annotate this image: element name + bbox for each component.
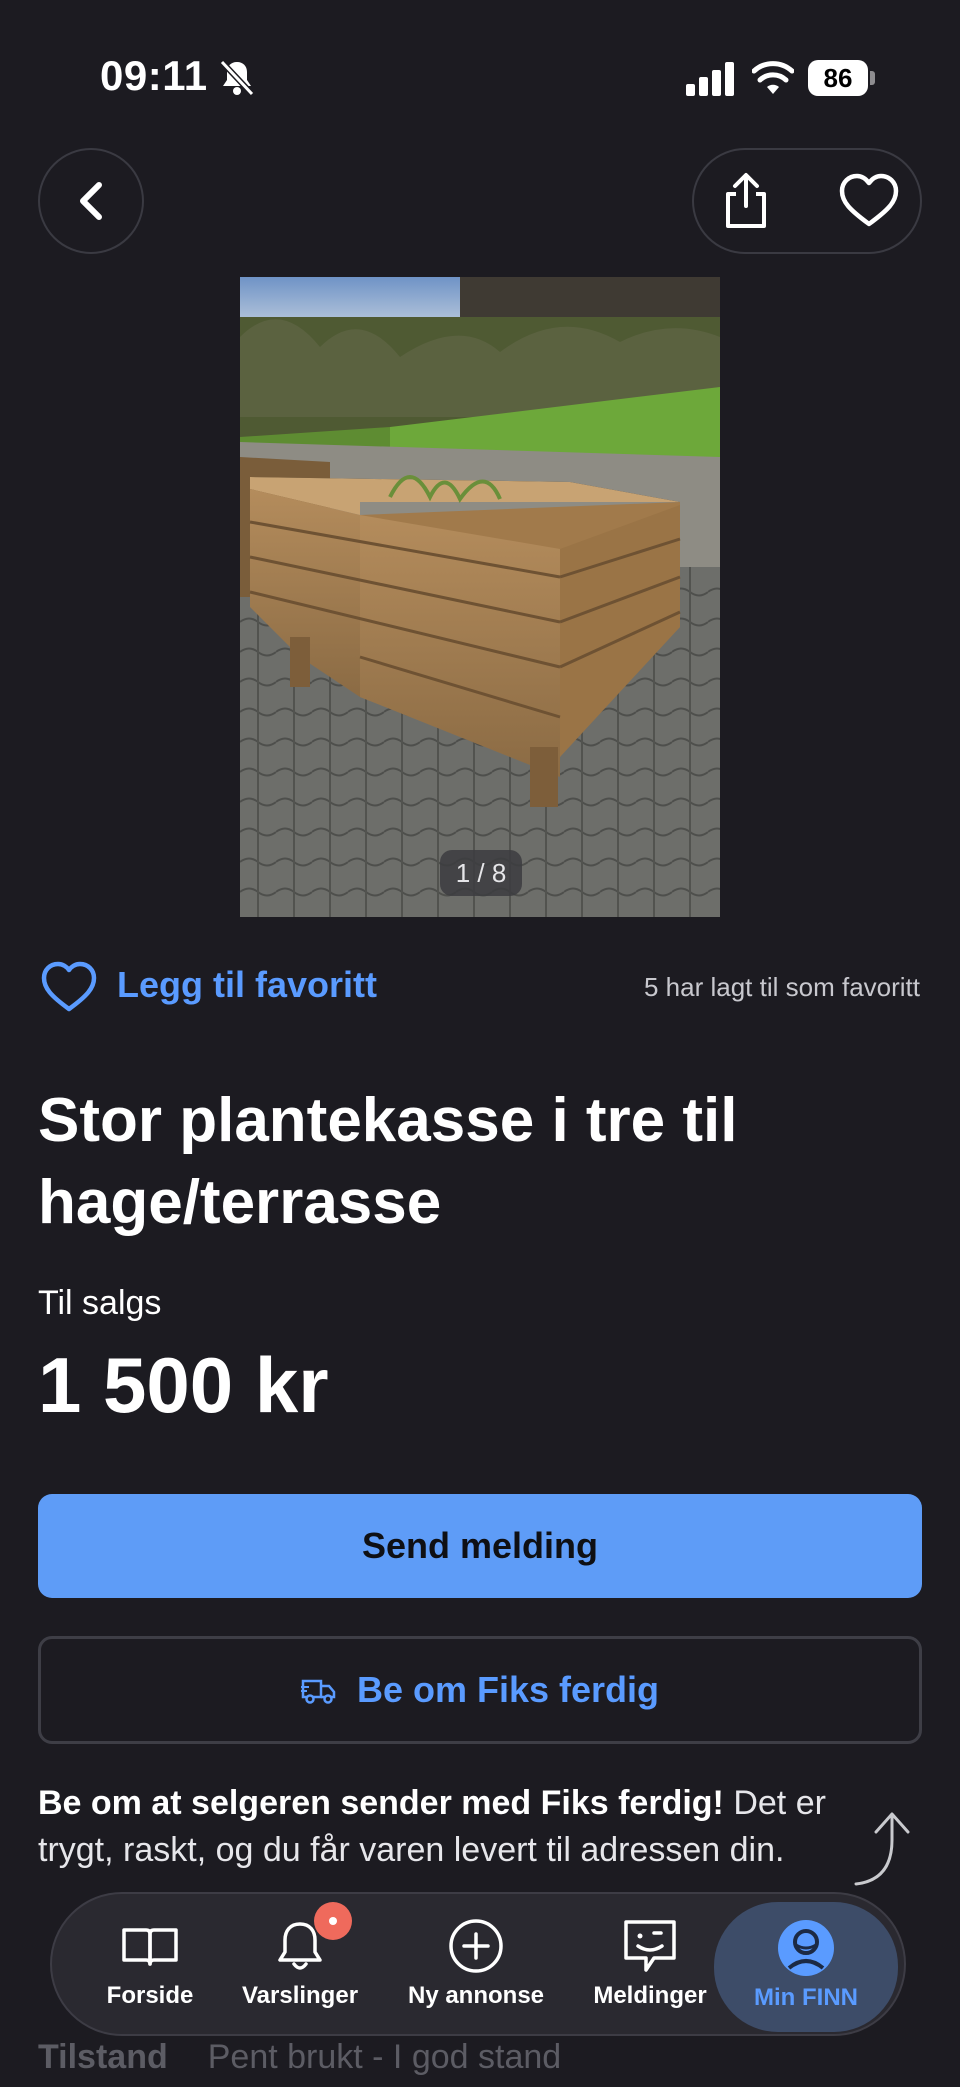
tab-forside-label: Forside bbox=[106, 1982, 194, 2009]
scroll-to-top-icon[interactable] bbox=[850, 1810, 920, 1890]
image-counter: 1 / 8 bbox=[440, 850, 522, 896]
fiks-ferdig-button[interactable]: Be om Fiks ferdig bbox=[38, 1636, 922, 1744]
fiks-info-bold: Be om at selgeren sender med Fiks ferdig… bbox=[38, 1784, 724, 1822]
tab-ny-annonse[interactable]: Ny annonse bbox=[398, 1900, 554, 2030]
battery-icon: 86 bbox=[808, 60, 876, 96]
wifi-icon bbox=[752, 61, 794, 94]
message-icon bbox=[624, 1920, 676, 1972]
tab-meldinger[interactable]: Meldinger bbox=[580, 1900, 720, 2030]
favorite-count: 5 har lagt til som favoritt bbox=[644, 972, 920, 1002]
plus-circle-icon bbox=[449, 1919, 503, 1973]
tab-forside[interactable]: Forside bbox=[90, 1900, 210, 2030]
delivery-truck-icon bbox=[300, 1679, 336, 1704]
back-button[interactable] bbox=[38, 148, 144, 254]
listing-title: Stor plantekasse i tre til hage/terrasse bbox=[38, 1086, 738, 1237]
cellular-signal-icon bbox=[686, 62, 734, 96]
condition-value: Pent brukt - I god stand bbox=[207, 2038, 562, 2076]
chevron-left-icon bbox=[80, 182, 102, 220]
tab-min-finn[interactable]: Min FINN bbox=[714, 1902, 898, 2032]
battery-percent: 86 bbox=[823, 63, 853, 93]
planter-box-image bbox=[240, 277, 720, 917]
listing-price: 1 500 kr bbox=[38, 1341, 329, 1429]
tab-ny-annonse-label: Ny annonse bbox=[407, 1982, 545, 2009]
condition-label: Tilstand bbox=[38, 2038, 168, 2076]
add-favorite-link[interactable]: Legg til favoritt bbox=[117, 964, 377, 1006]
silent-mode-icon bbox=[219, 59, 255, 97]
fiks-ferdig-label: Be om Fiks ferdig bbox=[356, 1669, 660, 1710]
heart-icon[interactable] bbox=[838, 172, 900, 230]
status-time: 09:11 bbox=[100, 52, 208, 99]
notification-badge bbox=[314, 1902, 352, 1940]
tab-varslinger-label: Varslinger bbox=[241, 1982, 359, 2009]
tab-meldinger-label: Meldinger bbox=[593, 1982, 707, 2009]
share-icon[interactable] bbox=[718, 172, 774, 230]
tab-min-finn-label: Min FINN bbox=[754, 1984, 858, 2011]
heart-icon[interactable] bbox=[40, 960, 98, 1014]
listing-type: Til salgs bbox=[38, 1284, 162, 1322]
user-avatar-icon bbox=[778, 1920, 834, 1976]
book-icon bbox=[122, 1928, 178, 1966]
send-message-button[interactable]: Send melding bbox=[38, 1494, 922, 1598]
condition-row: Tilstand Pent brukt - I god stand bbox=[38, 2038, 561, 2077]
product-photo[interactable] bbox=[240, 277, 720, 917]
